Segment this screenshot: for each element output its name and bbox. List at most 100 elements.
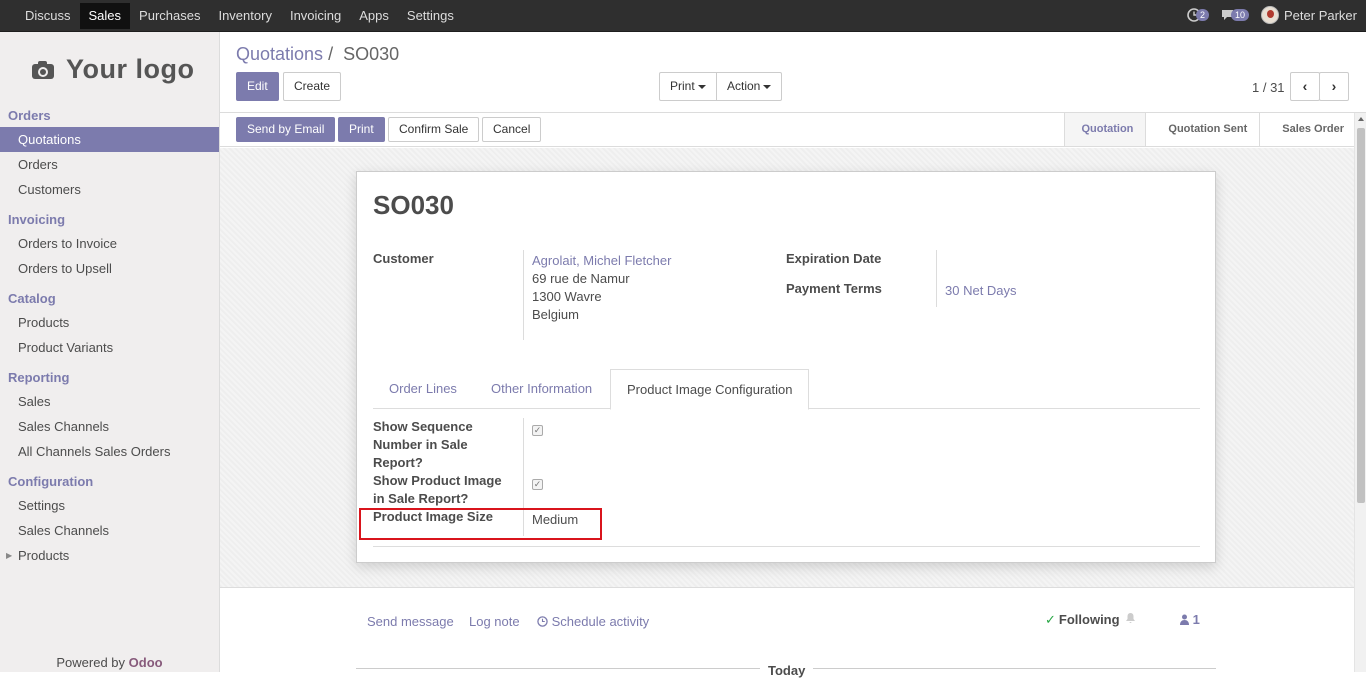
menu-sales[interactable]: Sales xyxy=(79,3,131,29)
sidebar-item-orders-to-upsell[interactable]: Orders to Upsell xyxy=(0,256,219,281)
breadcrumb: Quotations / SO030 xyxy=(236,44,399,65)
sidebar-heading-orders[interactable]: Orders xyxy=(0,105,219,127)
activity-count-badge: 2 xyxy=(1195,9,1209,21)
confirm-sale-button[interactable]: Confirm Sale xyxy=(388,117,480,142)
print-button[interactable]: Print xyxy=(338,117,385,142)
pager-previous-button[interactable]: ‹ xyxy=(1290,72,1320,101)
customer-address-line: 69 rue de Namur xyxy=(532,271,630,286)
following-button[interactable]: ✓ Following xyxy=(1045,612,1120,628)
sidebar-section-orders: Orders Quotations Orders Customers xyxy=(0,105,219,202)
schedule-activity-label: Schedule activity xyxy=(551,614,650,629)
menu-invoicing[interactable]: Invoicing xyxy=(281,3,350,29)
followers-button[interactable]: 1 xyxy=(1180,612,1200,627)
sidebar-item-orders[interactable]: Orders xyxy=(0,152,219,177)
scroll-up-icon[interactable] xyxy=(1358,117,1364,121)
sidebar-item-all-channels-sales-orders[interactable]: All Channels Sales Orders xyxy=(0,439,219,464)
control-panel: Quotations / SO030 Edit Create Print Act… xyxy=(220,32,1366,113)
action-dropdown[interactable]: Action xyxy=(716,72,783,101)
powered-by: Powered by Odoo xyxy=(0,655,219,670)
menu-purchases[interactable]: Purchases xyxy=(130,3,209,29)
tab-product-image-configuration[interactable]: Product Image Configuration xyxy=(610,369,810,410)
sidebar-item-customers[interactable]: Customers xyxy=(0,177,219,202)
caret-down-icon xyxy=(697,84,706,89)
print-dropdown[interactable]: Print xyxy=(659,72,717,101)
following-label: Following xyxy=(1058,612,1120,627)
sidebar-item-quotations[interactable]: Quotations xyxy=(0,127,219,152)
chatter: Send message Log note Schedule activity … xyxy=(220,589,1354,678)
sidebar-item-config-products[interactable]: ▶ Products xyxy=(0,543,219,568)
highlight-box xyxy=(359,508,602,540)
form-statusbar: Send by Email Print Confirm Sale Cancel … xyxy=(220,113,1366,147)
payment-terms-link[interactable]: 30 Net Days xyxy=(945,282,1017,300)
show-sequence-label: Show Sequence Number in Sale Report? xyxy=(373,418,473,472)
chevron-left-icon: ‹ xyxy=(1302,78,1308,94)
sidebar-heading-reporting[interactable]: Reporting xyxy=(0,367,219,389)
stage-quotation[interactable]: Quotation xyxy=(1064,113,1146,146)
label-line: Show Product Image xyxy=(373,473,502,488)
sidebar-section-catalog: Catalog Products Product Variants xyxy=(0,288,219,360)
customer-address-line: Belgium xyxy=(532,307,579,322)
user-name[interactable]: Peter Parker xyxy=(1284,8,1357,23)
pager-next-button[interactable]: › xyxy=(1319,72,1349,101)
menu-settings[interactable]: Settings xyxy=(398,3,463,29)
app-menu: Discuss Sales Purchases Inventory Invoic… xyxy=(16,3,463,29)
send-by-email-button[interactable]: Send by Email xyxy=(236,117,336,142)
vertical-scrollbar[interactable] xyxy=(1354,113,1366,672)
user-avatar[interactable] xyxy=(1261,6,1280,24)
bell-icon[interactable] xyxy=(1125,612,1136,627)
action-dropdown-label: Action xyxy=(727,79,761,93)
systray: 2 10 Peter Parker xyxy=(1187,6,1357,24)
customer-link[interactable]: Agrolait, Michel Fletcher xyxy=(532,252,671,270)
user-icon xyxy=(1180,614,1189,625)
edit-button[interactable]: Edit xyxy=(236,72,279,101)
followers-count: 1 xyxy=(1192,612,1200,627)
sidebar-item-products[interactable]: Products xyxy=(0,310,219,335)
sidebar-item-product-variants[interactable]: Product Variants xyxy=(0,335,219,360)
menu-discuss[interactable]: Discuss xyxy=(16,3,80,29)
menu-inventory[interactable]: Inventory xyxy=(209,3,280,29)
sidebar-heading-catalog[interactable]: Catalog xyxy=(0,288,219,310)
odoo-brand-link[interactable]: Odoo xyxy=(129,655,163,670)
label-line: Report? xyxy=(373,455,423,470)
sidebar-section-invoicing: Invoicing Orders to Invoice Orders to Up… xyxy=(0,209,219,281)
label-line: Number in Sale xyxy=(373,437,468,452)
status-stages: Quotation Quotation Sent Sales Order xyxy=(1064,113,1356,146)
scrollbar-thumb[interactable] xyxy=(1357,128,1365,503)
company-logo[interactable]: Your logo xyxy=(32,54,194,85)
sidebar-item-settings[interactable]: Settings xyxy=(0,493,219,518)
stage-quotation-sent[interactable]: Quotation Sent xyxy=(1145,113,1259,146)
create-button[interactable]: Create xyxy=(283,72,342,101)
sidebar-item-sales[interactable]: Sales xyxy=(0,389,219,414)
powered-by-text: Powered by xyxy=(56,655,126,670)
menu-apps[interactable]: Apps xyxy=(350,3,398,29)
caret-down-icon xyxy=(763,84,772,89)
log-note-link[interactable]: Log note xyxy=(469,614,520,629)
schedule-activity-link[interactable]: Schedule activity xyxy=(537,614,649,629)
pager-value[interactable]: 1 / 31 xyxy=(1252,80,1285,95)
sidebar-item-label: Products xyxy=(18,548,70,563)
breadcrumb-quotations-link[interactable]: Quotations xyxy=(236,44,323,64)
messages-button[interactable]: 10 xyxy=(1221,9,1250,22)
show-sequence-checkbox[interactable]: ✓ xyxy=(532,425,543,436)
customer-label: Customer xyxy=(373,251,434,266)
activity-button[interactable]: 2 xyxy=(1187,8,1209,22)
sheet-separator xyxy=(373,546,1200,547)
sidebar-heading-configuration[interactable]: Configuration xyxy=(0,471,219,493)
sidebar-item-config-sales-channels[interactable]: Sales Channels xyxy=(0,518,219,543)
tab-order-lines[interactable]: Order Lines xyxy=(373,369,473,409)
clock-icon xyxy=(537,616,548,627)
stage-sales-order[interactable]: Sales Order xyxy=(1259,113,1356,146)
customer-address-line: 1300 Wavre xyxy=(532,289,602,304)
payment-terms-label: Payment Terms xyxy=(786,281,882,296)
sidebar-section-configuration: Configuration Settings Sales Channels ▶ … xyxy=(0,471,219,568)
sidebar-heading-invoicing[interactable]: Invoicing xyxy=(0,209,219,231)
sidebar: Your logo Orders Quotations Orders Custo… xyxy=(0,32,220,672)
send-message-link[interactable]: Send message xyxy=(367,614,454,629)
caret-right-icon: ▶ xyxy=(6,551,13,560)
cancel-button[interactable]: Cancel xyxy=(482,117,542,142)
sidebar-item-sales-channels[interactable]: Sales Channels xyxy=(0,414,219,439)
show-product-image-checkbox[interactable]: ✓ xyxy=(532,479,543,490)
tab-other-information[interactable]: Other Information xyxy=(475,369,608,409)
notebook-tabs: Order Lines Other Information Product Im… xyxy=(373,369,1200,410)
sidebar-item-orders-to-invoice[interactable]: Orders to Invoice xyxy=(0,231,219,256)
